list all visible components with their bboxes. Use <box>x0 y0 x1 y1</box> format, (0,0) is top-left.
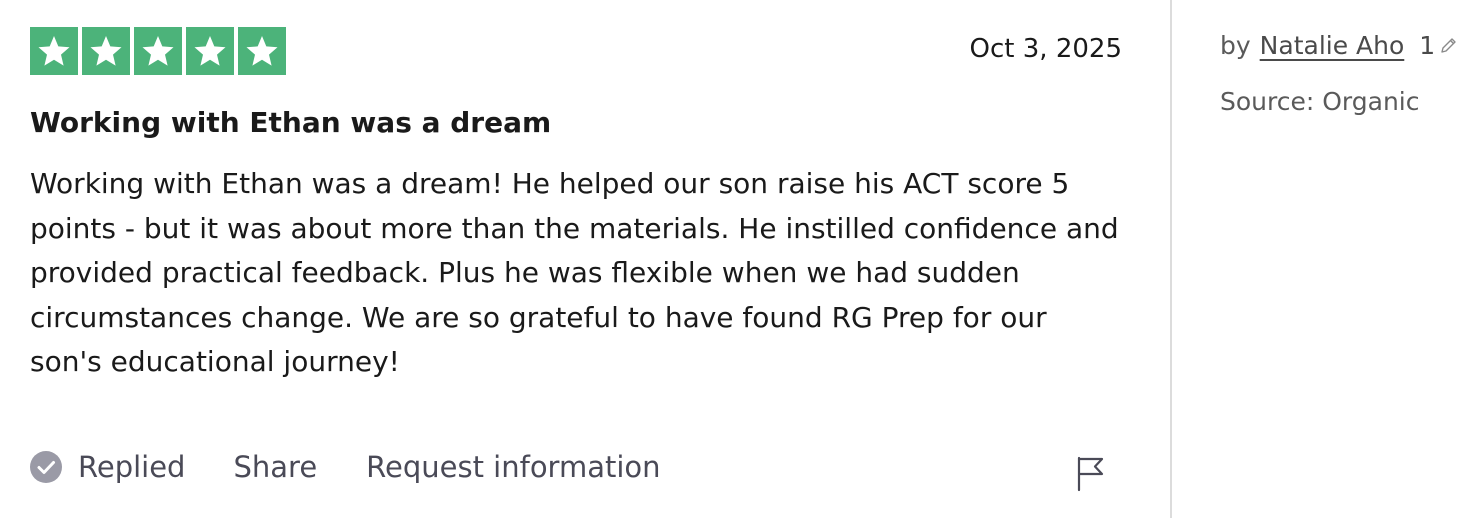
review-date: Oct 3, 2025 <box>969 34 1122 64</box>
review-title: Working with Ethan was a dream <box>30 106 552 139</box>
review-count: 1 <box>1419 31 1436 60</box>
review-actions: Replied Share Request information <box>30 450 661 484</box>
reviewer-info: by Natalie Aho 1 Source: Organic <box>1220 0 1484 518</box>
share-label: Share <box>233 450 318 484</box>
star-icon <box>134 27 182 75</box>
replied-button[interactable]: Replied <box>30 450 185 484</box>
author-line: by Natalie Aho 1 <box>1220 31 1458 60</box>
flag-icon[interactable] <box>1076 456 1106 492</box>
review-body: Working with Ethan was a dream! He helpe… <box>30 167 1119 378</box>
review-source: Source: Organic <box>1220 87 1420 116</box>
replied-label: Replied <box>78 450 186 484</box>
star-icon <box>238 27 286 75</box>
pencil-icon <box>1438 36 1458 56</box>
share-button[interactable]: Share <box>233 450 317 484</box>
star-icon <box>186 27 234 75</box>
star-rating <box>30 27 286 75</box>
request-information-button[interactable]: Request information <box>366 450 660 484</box>
review-main: Oct 3, 2025 Working with Ethan was a dre… <box>30 0 1140 518</box>
author-link[interactable]: Natalie Aho <box>1260 31 1405 60</box>
star-icon <box>82 27 130 75</box>
review-card: Oct 3, 2025 Working with Ethan was a dre… <box>0 0 1484 518</box>
request-information-label: Request information <box>366 450 661 484</box>
star-icon <box>30 27 78 75</box>
check-circle-icon <box>30 451 62 483</box>
column-divider <box>1170 0 1172 518</box>
by-prefix: by <box>1220 31 1251 60</box>
